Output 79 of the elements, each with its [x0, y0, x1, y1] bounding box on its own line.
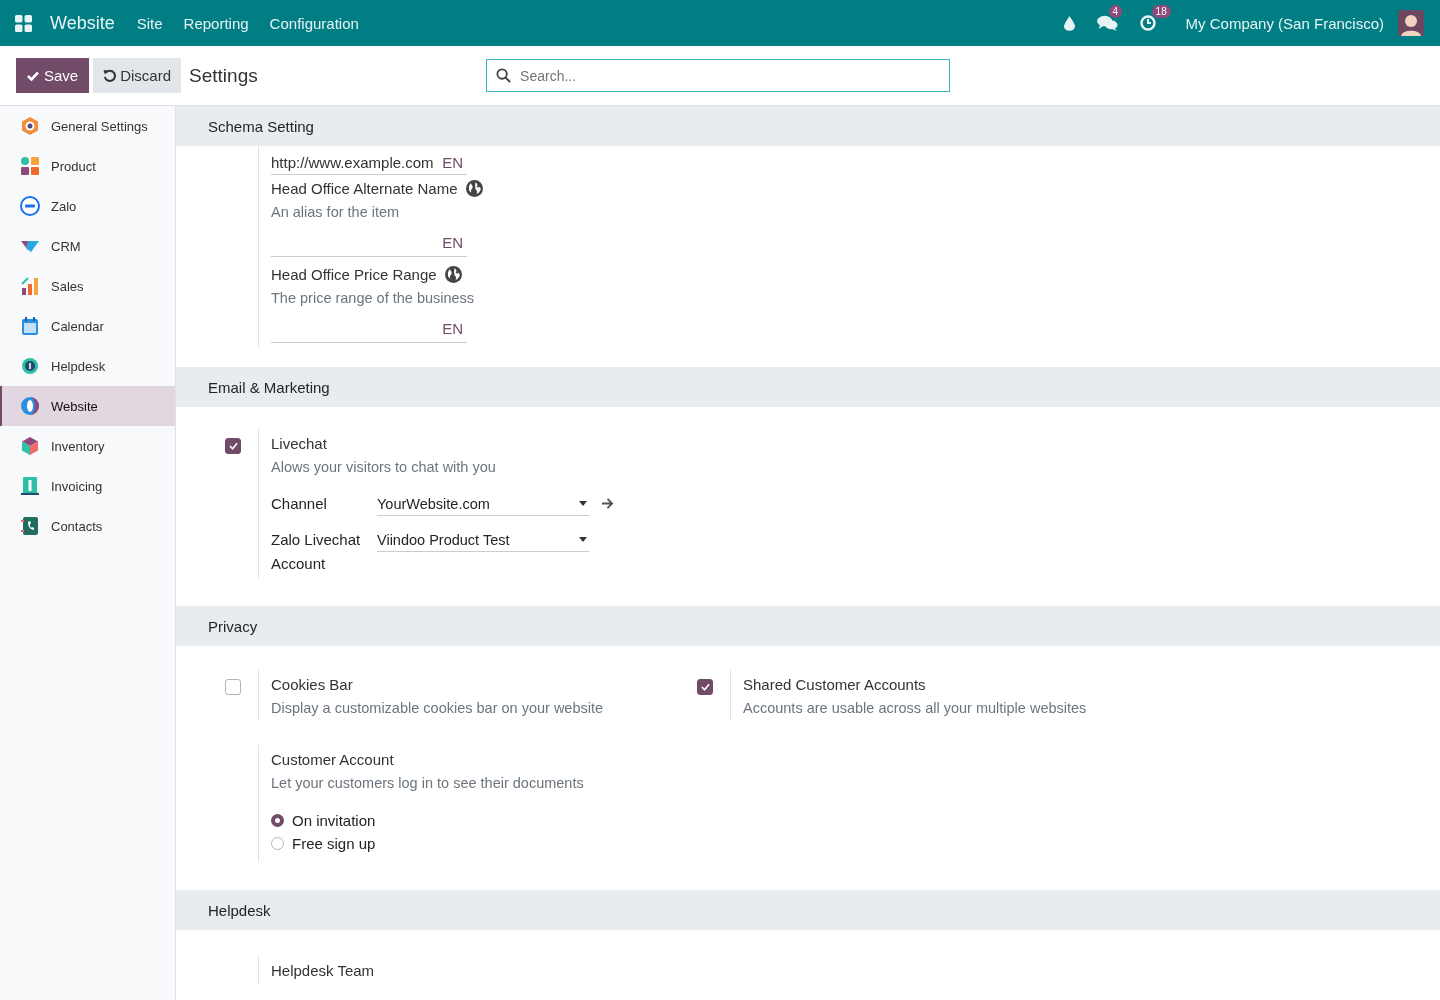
setting-description: An alias for the item [271, 203, 401, 222]
menu-item[interactable]: Configuration [269, 14, 359, 32]
setting-label: Shared Customer Accounts [743, 675, 926, 693]
sidebar-item[interactable]: Zalo [0, 186, 175, 226]
translatable-field[interactable]: EN [271, 228, 467, 257]
apps-menu-icon[interactable] [15, 14, 32, 32]
discard-button[interactable]: Discard [93, 58, 182, 93]
radio-option[interactable]: Free sign up [271, 835, 584, 852]
field-label: Zalo Livechat Account [271, 530, 362, 574]
sidebar-item[interactable]: Product [0, 146, 175, 186]
sidebar-item[interactable]: Calendar [0, 306, 175, 346]
setting-label: Head Office Price Range [271, 265, 437, 283]
radio-option[interactable]: On invitation [271, 812, 584, 829]
setting-description: Display a customizable cookies bar on your website [271, 699, 604, 718]
notification-badge: 4 [1108, 5, 1123, 18]
sidebar-item[interactable]: CRM [0, 226, 175, 266]
section-header: Privacy [176, 606, 1440, 646]
app-icon [20, 476, 40, 496]
notification-badge: 18 [1151, 5, 1171, 18]
translatable-field[interactable]: http://www.example.com EN [271, 150, 467, 175]
setting-label: Head Office Alternate Name [271, 179, 458, 197]
section-header: Schema Setting [176, 106, 1440, 146]
caret-icon [579, 501, 587, 506]
sidebar-item[interactable]: Invoicing [0, 466, 175, 506]
globe-icon [465, 179, 483, 197]
checkbox[interactable] [225, 679, 241, 695]
chat-icon[interactable] [1096, 15, 1118, 31]
app-icon [20, 116, 40, 136]
section-header: Helpdesk [176, 890, 1440, 930]
setting-description: Alows your visitors to chat with you [271, 458, 497, 477]
save-button[interactable]: Save [16, 58, 90, 93]
app-icon [20, 396, 40, 416]
translatable-field[interactable]: EN [271, 314, 467, 343]
sidebar-item[interactable]: Contacts [0, 506, 175, 546]
app-icon [20, 356, 40, 376]
checkbox[interactable] [225, 438, 241, 454]
arrow-right-icon[interactable] [601, 498, 614, 509]
setting-label: Cookies Bar [271, 675, 353, 693]
sidebar-item[interactable]: Sales [0, 266, 175, 306]
menu-item[interactable]: Site [136, 14, 163, 32]
setting-description: Accounts are usable across all your multiple websites [743, 699, 1087, 718]
check-icon [700, 683, 710, 691]
radio-label: On invitation [292, 812, 376, 829]
check-icon [228, 442, 238, 450]
select-field[interactable]: Viindoo Product Test [377, 528, 589, 552]
field-label: Channel [271, 494, 328, 514]
sidebar-item[interactable]: Website [0, 386, 175, 426]
setting-label: Customer Account [271, 750, 394, 768]
user-avatar[interactable] [1398, 10, 1424, 36]
setting-description: Let your customers log in to see their documents [271, 774, 584, 793]
setting-description: The price range of the business [271, 289, 475, 308]
app-icon [20, 516, 40, 536]
droplet-icon[interactable] [1063, 15, 1075, 31]
undo-icon [103, 69, 117, 82]
search-field[interactable]: Search... [486, 59, 951, 92]
select-field[interactable]: YourWebsite.com [377, 492, 589, 516]
app-icon [20, 196, 40, 216]
company-switcher[interactable]: My Company (San Francisco) [1185, 14, 1384, 32]
page-title: Settings [189, 64, 259, 87]
caret-icon [579, 537, 587, 542]
setting-label: Helpdesk Team [271, 961, 375, 979]
setting-label: Livechat [271, 434, 327, 452]
app-icon [20, 436, 40, 456]
app-icon [20, 276, 40, 296]
section-header: Email & Marketing [176, 367, 1440, 407]
sidebar-item[interactable]: Inventory [0, 426, 175, 466]
radio-label: Free sign up [292, 835, 376, 852]
app-icon [20, 316, 40, 336]
clock-icon[interactable] [1139, 15, 1156, 31]
app-icon [20, 156, 40, 176]
checkbox[interactable] [697, 679, 713, 695]
sidebar-item[interactable]: General Settings [0, 106, 175, 146]
search-icon [496, 68, 512, 83]
radio-button[interactable] [271, 814, 284, 827]
check-icon [27, 70, 39, 81]
app-name[interactable]: Website [50, 12, 115, 34]
sidebar-item[interactable]: Helpdesk [0, 346, 175, 386]
menu-item[interactable]: Reporting [183, 14, 249, 32]
globe-icon [444, 265, 462, 283]
